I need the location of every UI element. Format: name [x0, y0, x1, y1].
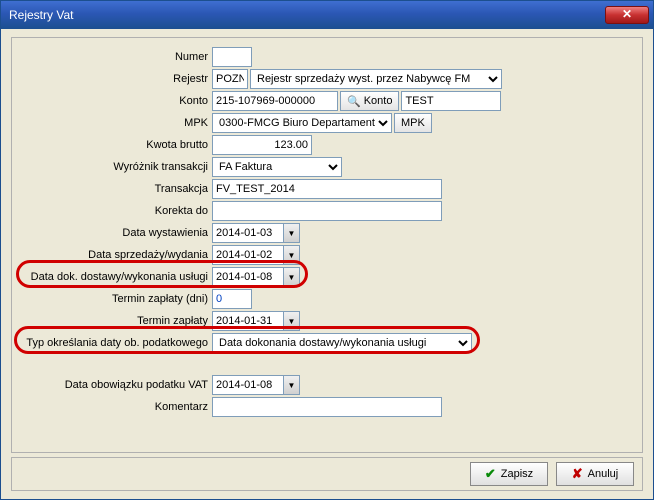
- label-korekta: Korekta do: [12, 205, 212, 217]
- check-icon: ✔: [485, 466, 496, 482]
- chevron-down-icon[interactable]: ▼: [283, 224, 299, 242]
- konto-button[interactable]: 🔍 Konto: [340, 91, 399, 111]
- label-data-vat: Data obowiązku podatku VAT: [12, 379, 212, 391]
- close-button[interactable]: ✕: [605, 6, 649, 24]
- footer: ✔ Zapisz ✘ Anuluj: [11, 457, 643, 491]
- label-data-wyst: Data wystawienia: [12, 227, 212, 239]
- chevron-down-icon[interactable]: ▼: [283, 246, 299, 264]
- window: Rejestry Vat ✕ Numer Rejestr Rejestr spr…: [0, 0, 654, 500]
- data-vat-field[interactable]: ▼: [212, 375, 300, 395]
- data-sprz-field[interactable]: ▼: [212, 245, 300, 265]
- label-termin-dni: Termin zapłaty (dni): [12, 293, 212, 305]
- titlebar: Rejestry Vat ✕: [1, 1, 653, 29]
- chevron-down-icon[interactable]: ▼: [283, 312, 299, 330]
- komentarz-input[interactable]: [212, 397, 442, 417]
- chevron-down-icon[interactable]: ▼: [283, 376, 299, 394]
- konto-input[interactable]: [212, 91, 338, 111]
- data-dok-field[interactable]: ▼: [212, 267, 300, 287]
- label-konto: Konto: [12, 95, 212, 107]
- save-button[interactable]: ✔ Zapisz: [470, 462, 548, 486]
- label-typ-okr: Typ określania daty ob. podatkowego: [12, 337, 212, 349]
- data-vat-input[interactable]: [213, 376, 283, 394]
- content: Numer Rejestr Rejestr sprzedaży wyst. pr…: [1, 29, 653, 499]
- chevron-down-icon[interactable]: ▼: [283, 268, 299, 286]
- mpk-select[interactable]: 0300-FMCG Biuro Departamentu: [212, 113, 392, 133]
- termin-zap-field[interactable]: ▼: [212, 311, 300, 331]
- label-rejestr: Rejestr: [12, 73, 212, 85]
- termin-zap-input[interactable]: [213, 312, 283, 330]
- data-wyst-input[interactable]: [213, 224, 283, 242]
- rejestr-code-input[interactable]: [212, 69, 248, 89]
- label-transakcja: Transakcja: [12, 183, 212, 195]
- wyroznik-select[interactable]: FA Faktura: [212, 157, 342, 177]
- label-wyroznik: Wyróżnik transakcji: [12, 161, 212, 173]
- numer-input[interactable]: [212, 47, 252, 67]
- termin-dni-input[interactable]: [212, 289, 252, 309]
- data-wyst-field[interactable]: ▼: [212, 223, 300, 243]
- rejestr-select[interactable]: Rejestr sprzedaży wyst. przez Nabywcę FM: [250, 69, 502, 89]
- konto-name-input[interactable]: [401, 91, 501, 111]
- cancel-button[interactable]: ✘ Anuluj: [556, 462, 634, 486]
- label-numer: Numer: [12, 51, 212, 63]
- transakcja-input[interactable]: [212, 179, 442, 199]
- label-komentarz: Komentarz: [12, 401, 212, 413]
- cross-icon: ✘: [572, 466, 583, 482]
- label-termin-zap: Termin zapłaty: [12, 315, 212, 327]
- mpk-button[interactable]: MPK: [394, 113, 432, 133]
- data-sprz-input[interactable]: [213, 246, 283, 264]
- typ-okr-select[interactable]: Data dokonania dostawy/wykonania usługi: [212, 333, 472, 353]
- window-title: Rejestry Vat: [9, 8, 605, 22]
- label-kwota-brutto: Kwota brutto: [12, 139, 212, 151]
- data-dok-input[interactable]: [213, 268, 283, 286]
- kwota-brutto-input[interactable]: [212, 135, 312, 155]
- lookup-icon: 🔍: [347, 95, 361, 108]
- form-panel: Numer Rejestr Rejestr sprzedaży wyst. pr…: [11, 37, 643, 453]
- label-mpk: MPK: [12, 117, 212, 129]
- label-data-sprz: Data sprzedaży/wydania: [12, 249, 212, 261]
- korekta-input[interactable]: [212, 201, 442, 221]
- label-data-dok: Data dok. dostawy/wykonania usługi: [12, 271, 212, 283]
